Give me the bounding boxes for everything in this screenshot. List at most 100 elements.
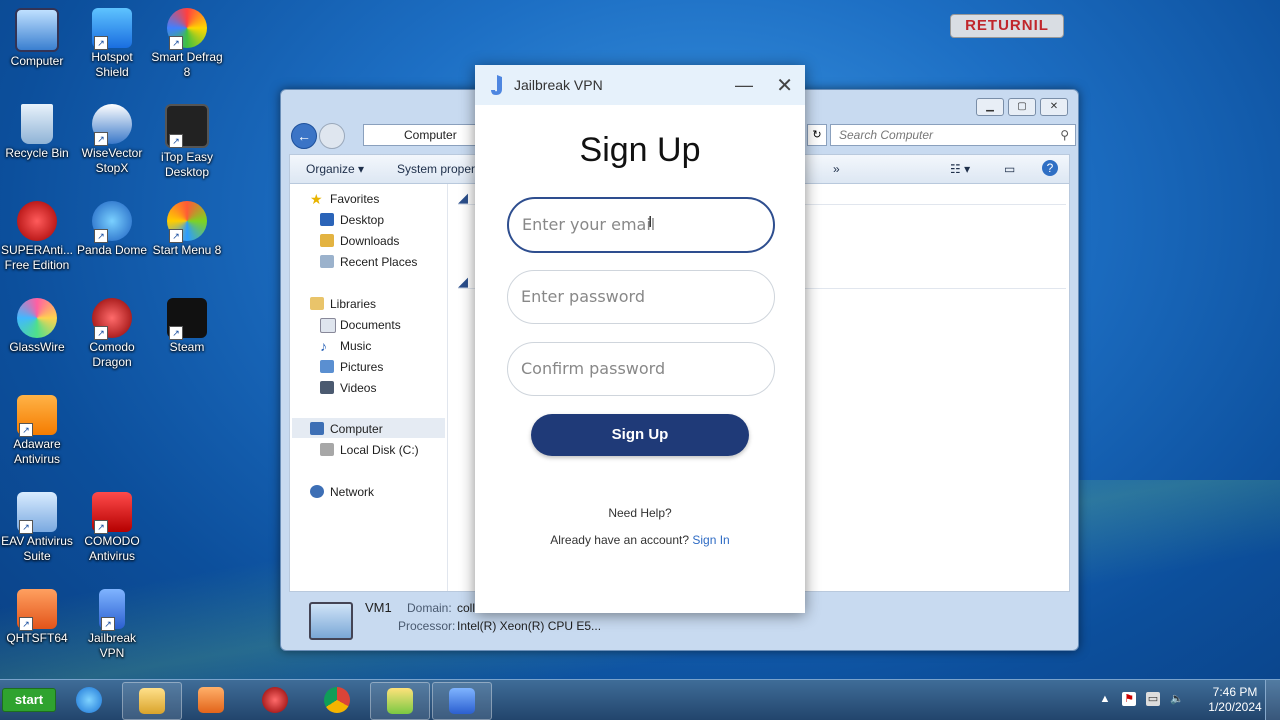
breadcrumb-computer[interactable]: Computer xyxy=(404,128,457,142)
desktop-icon-eav-antivirus[interactable]: ↗ EAV Antivirus Suite xyxy=(0,492,74,564)
need-help-link[interactable]: Need Help? xyxy=(475,506,805,520)
show-hidden-icons-icon[interactable]: ▲ xyxy=(1098,692,1112,706)
desktop-icon-computer[interactable]: Computer xyxy=(0,8,74,69)
taskbar-file-explorer[interactable] xyxy=(122,682,182,720)
signup-heading: Sign Up xyxy=(579,131,701,169)
volume-icon[interactable]: 🔈 xyxy=(1170,692,1184,706)
desktop-icon-start-menu-8[interactable]: ↗ Start Menu 8 xyxy=(150,201,224,258)
desktop-icon-comodo-antivirus[interactable]: ↗ COMODO Antivirus xyxy=(75,492,149,564)
nav-videos[interactable]: Videos xyxy=(320,379,376,397)
system-properties-button[interactable]: System propert xyxy=(397,162,478,176)
nav-pictures[interactable]: Pictures xyxy=(320,358,383,376)
desktop-icon-label: Recycle Bin xyxy=(5,146,69,160)
window-controls: ▁ ▢ ✕ xyxy=(976,98,1068,116)
desktop-icon-label: Hotspot Shield xyxy=(91,50,133,79)
search-input[interactable]: Search Computer ⚲ xyxy=(830,124,1076,146)
close-button[interactable]: ✕ xyxy=(776,73,793,98)
desktop-icon-adaware[interactable]: ↗ Adaware Antivirus xyxy=(0,395,74,467)
shortcut-arrow-icon: ↗ xyxy=(94,132,108,146)
desktop-icon-label: Computer xyxy=(10,54,64,68)
desktop-icon-label: Comodo Dragon xyxy=(89,340,135,369)
nav-favorites[interactable]: ★ Favorites xyxy=(310,190,379,208)
taskbar-media-player[interactable] xyxy=(182,682,240,718)
sign-up-button[interactable]: Sign Up xyxy=(531,414,749,456)
desktop-icon-label: Steam xyxy=(169,340,205,354)
internet-explorer-icon xyxy=(76,687,102,713)
desktop-icon-superantispyware[interactable]: SUPERAnti... Free Edition xyxy=(0,201,74,273)
text-cursor-icon: I xyxy=(648,214,652,232)
nav-music[interactable]: ♪ Music xyxy=(320,337,371,355)
back-button[interactable]: ← xyxy=(291,123,317,149)
panda-dome-icon: ↗ xyxy=(92,201,132,243)
desktop-icon-itop-easy-desktop[interactable]: ↗ iTop Easy Desktop xyxy=(150,104,224,180)
desktop-icon-glasswire[interactable]: GlassWire xyxy=(0,298,74,355)
minimize-button[interactable]: — xyxy=(735,75,753,96)
shortcut-arrow-icon: ↗ xyxy=(19,617,33,631)
minimize-button[interactable]: ▁ xyxy=(976,98,1004,116)
email-field[interactable]: Enter your email xyxy=(507,197,775,253)
taskbar-app-checklist[interactable] xyxy=(370,682,430,720)
shortcut-arrow-icon: ↗ xyxy=(19,520,33,534)
preview-pane-icon[interactable]: ▭ xyxy=(1004,162,1015,176)
desktop-icon-recycle-bin[interactable]: Recycle Bin xyxy=(0,104,74,161)
show-desktop-button[interactable] xyxy=(1265,680,1280,720)
forward-button[interactable] xyxy=(319,123,345,149)
desktop-icon xyxy=(320,213,334,226)
comodo-dragon-icon: ↗ xyxy=(92,298,132,340)
shortcut-arrow-icon: ↗ xyxy=(94,229,108,243)
help-icon[interactable]: ? xyxy=(1042,160,1058,176)
nav-label: Favorites xyxy=(330,192,380,206)
computer-icon xyxy=(15,8,59,52)
clock[interactable]: 7:46 PM 1/20/2024 xyxy=(1200,685,1270,715)
start-button[interactable]: start xyxy=(2,688,56,712)
already-account-text: Already have an account? xyxy=(550,533,690,547)
nav-desktop[interactable]: Desktop xyxy=(320,211,384,229)
taskbar-chrome[interactable] xyxy=(308,682,366,718)
desktop-icon-qhtsft64[interactable]: ↗ QHTSFT64 xyxy=(0,589,74,646)
shortcut-arrow-icon: ↗ xyxy=(169,229,183,243)
action-center-icon[interactable]: ⚑ xyxy=(1122,692,1136,706)
taskbar-comodo-dragon[interactable] xyxy=(246,682,304,718)
more-toolbar-button[interactable]: » xyxy=(833,162,840,176)
nav-network[interactable]: Network xyxy=(310,483,374,501)
maximize-button[interactable]: ▢ xyxy=(1008,98,1036,116)
domain-label: Domain: xyxy=(407,601,452,615)
desktop-icon-wisevector[interactable]: ↗ WiseVector StopX xyxy=(75,104,149,176)
computer-icon xyxy=(310,422,324,435)
shortcut-arrow-icon: ↗ xyxy=(169,326,183,340)
desktop-icon-panda-dome[interactable]: ↗ Panda Dome xyxy=(75,201,149,258)
view-options-icon[interactable]: ☷ ▾ xyxy=(950,162,970,176)
nav-label: Desktop xyxy=(340,213,385,227)
search-icon[interactable]: ⚲ xyxy=(1060,125,1069,145)
desktop-icon-smart-defrag[interactable]: ↗ Smart Defrag 8 xyxy=(150,8,224,80)
desktop-icon-hotspot-shield[interactable]: ↗ Hotspot Shield xyxy=(75,8,149,80)
nav-recent-places[interactable]: Recent Places xyxy=(320,253,417,271)
adaware-icon: ↗ xyxy=(17,395,57,437)
downloads-folder-icon xyxy=(320,234,334,247)
refresh-button[interactable]: ↻ xyxy=(807,124,827,146)
taskbar-internet-explorer[interactable] xyxy=(60,682,118,718)
desktop-icon-label: Adaware Antivirus xyxy=(13,437,61,466)
comodo-dragon-icon xyxy=(262,687,288,713)
nav-documents[interactable]: Documents xyxy=(320,316,401,334)
documents-icon xyxy=(320,318,336,333)
organize-button[interactable]: Organize ▾ xyxy=(306,162,364,176)
nav-libraries[interactable]: Libraries xyxy=(310,295,376,313)
nav-downloads[interactable]: Downloads xyxy=(320,232,399,250)
sign-in-link[interactable]: Sign In xyxy=(692,533,729,547)
nav-computer[interactable]: Computer xyxy=(310,420,383,438)
close-button[interactable]: ✕ xyxy=(1040,98,1068,116)
network-tray-icon[interactable]: ▭ xyxy=(1146,692,1160,706)
glasswire-icon xyxy=(17,298,57,338)
returnil-logo: RETURNIL xyxy=(950,14,1064,38)
desktop-icon-steam[interactable]: ↗ Steam xyxy=(150,298,224,355)
nav-local-disk[interactable]: Local Disk (C:) xyxy=(320,441,419,459)
desktop-icon-jailbreak-vpn[interactable]: ↗ Jailbreak VPN xyxy=(75,589,149,661)
search-placeholder: Search Computer xyxy=(839,128,934,142)
confirm-password-field[interactable]: Confirm password xyxy=(507,342,775,396)
desktop-icon-label: Smart Defrag 8 xyxy=(151,50,223,79)
nav-label: Recent Places xyxy=(340,255,418,269)
password-field[interactable]: Enter password xyxy=(507,270,775,324)
taskbar-jailbreak-vpn[interactable] xyxy=(432,682,492,720)
desktop-icon-comodo-dragon[interactable]: ↗ Comodo Dragon xyxy=(75,298,149,370)
